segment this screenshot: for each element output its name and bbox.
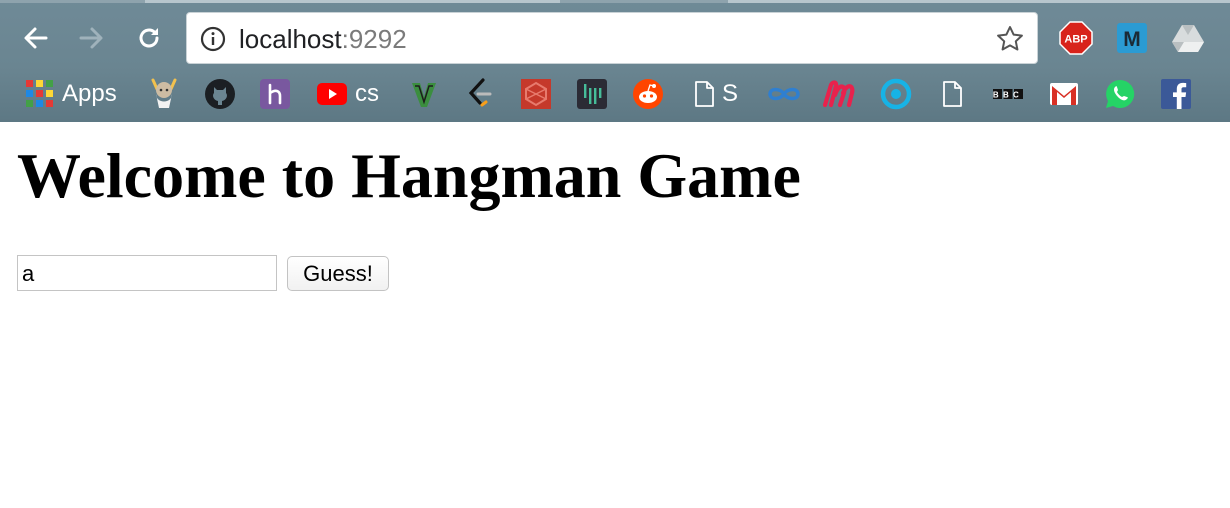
bookmark-apps[interactable]: Apps bbox=[26, 76, 117, 112]
leetcode-icon bbox=[468, 78, 492, 107]
adblock-icon: ABP bbox=[1059, 21, 1093, 55]
bookmark-leetcode[interactable] bbox=[466, 76, 494, 112]
arrow-left-icon bbox=[24, 27, 48, 49]
adblock-extension[interactable]: ABP bbox=[1059, 21, 1093, 55]
bookmark-sololearn[interactable] bbox=[520, 76, 552, 112]
apps-grid-icon bbox=[26, 80, 53, 107]
gmail-icon bbox=[1050, 83, 1078, 105]
bookmark-reddit[interactable] bbox=[632, 76, 664, 112]
bookmark-apps-label: Apps bbox=[62, 80, 117, 107]
address-text[interactable]: localhost:9292 bbox=[239, 23, 407, 55]
bookmark-circle[interactable] bbox=[879, 76, 913, 112]
bookmark-youtube[interactable]: cs bbox=[317, 76, 379, 112]
bookmark-m-script[interactable] bbox=[822, 76, 856, 112]
viking-icon bbox=[151, 78, 177, 108]
vim-icon bbox=[412, 83, 436, 107]
m-extension-icon: M bbox=[1117, 23, 1147, 53]
reddit-icon bbox=[633, 79, 663, 109]
browser-toolbar: localhost:9292 ABP M Apps cs S BBC bbox=[0, 0, 1230, 122]
heroku-icon bbox=[260, 79, 290, 109]
document-icon bbox=[943, 81, 962, 107]
bookmark-vim[interactable] bbox=[410, 76, 438, 112]
bookmark-github[interactable] bbox=[204, 76, 236, 112]
adblock-label: ABP bbox=[1064, 34, 1087, 46]
url-port: :9292 bbox=[341, 24, 407, 54]
bookmark-gmail[interactable] bbox=[1050, 76, 1078, 112]
guess-button[interactable]: Guess! bbox=[287, 256, 389, 291]
infinity-icon bbox=[768, 87, 800, 101]
m-script-icon bbox=[822, 80, 855, 108]
document-icon bbox=[695, 81, 714, 107]
google-drive-icon bbox=[1172, 25, 1204, 52]
bookmark-viking[interactable] bbox=[150, 76, 178, 112]
bbc-label: BBC bbox=[993, 91, 1023, 100]
drive-extension[interactable] bbox=[1171, 21, 1205, 55]
tab-strip bbox=[0, 0, 1230, 3]
bookmark-bbc[interactable]: BBC bbox=[993, 76, 1023, 112]
bookmark-youtube-label: cs bbox=[355, 80, 379, 107]
bookmark-doc-s-label: S bbox=[722, 80, 739, 107]
arrow-right-icon bbox=[79, 27, 103, 49]
gitter-icon bbox=[577, 79, 607, 109]
forward-button[interactable] bbox=[73, 20, 109, 56]
bookmark-star-icon[interactable] bbox=[995, 24, 1025, 54]
m-extension[interactable]: M bbox=[1115, 21, 1149, 55]
sololearn-icon bbox=[521, 79, 551, 109]
back-button[interactable] bbox=[18, 20, 54, 56]
facebook-icon bbox=[1161, 79, 1191, 109]
bookmark-doc-s[interactable]: S bbox=[694, 76, 738, 112]
guess-input[interactable] bbox=[17, 255, 277, 291]
bookmark-whatsapp[interactable] bbox=[1104, 76, 1136, 112]
whatsapp-icon bbox=[1106, 79, 1135, 108]
info-icon[interactable] bbox=[200, 26, 226, 52]
page-title: Welcome to Hangman Game bbox=[17, 140, 801, 211]
url-host: localhost bbox=[239, 24, 342, 54]
bookmark-heroku[interactable] bbox=[259, 76, 291, 112]
bbc-icon: BBC bbox=[993, 89, 1023, 100]
bookmark-gitter[interactable] bbox=[576, 76, 608, 112]
bookmark-doc[interactable] bbox=[942, 76, 962, 112]
m-extension-label: M bbox=[1123, 28, 1141, 51]
github-icon bbox=[205, 79, 235, 109]
youtube-icon bbox=[317, 83, 347, 105]
ring-icon bbox=[880, 78, 912, 110]
reload-icon bbox=[139, 28, 159, 48]
reload-button[interactable] bbox=[131, 20, 167, 56]
address-bar[interactable]: localhost:9292 bbox=[186, 12, 1038, 64]
bookmark-facebook[interactable] bbox=[1161, 76, 1191, 112]
bookmark-infinity[interactable] bbox=[767, 76, 801, 112]
